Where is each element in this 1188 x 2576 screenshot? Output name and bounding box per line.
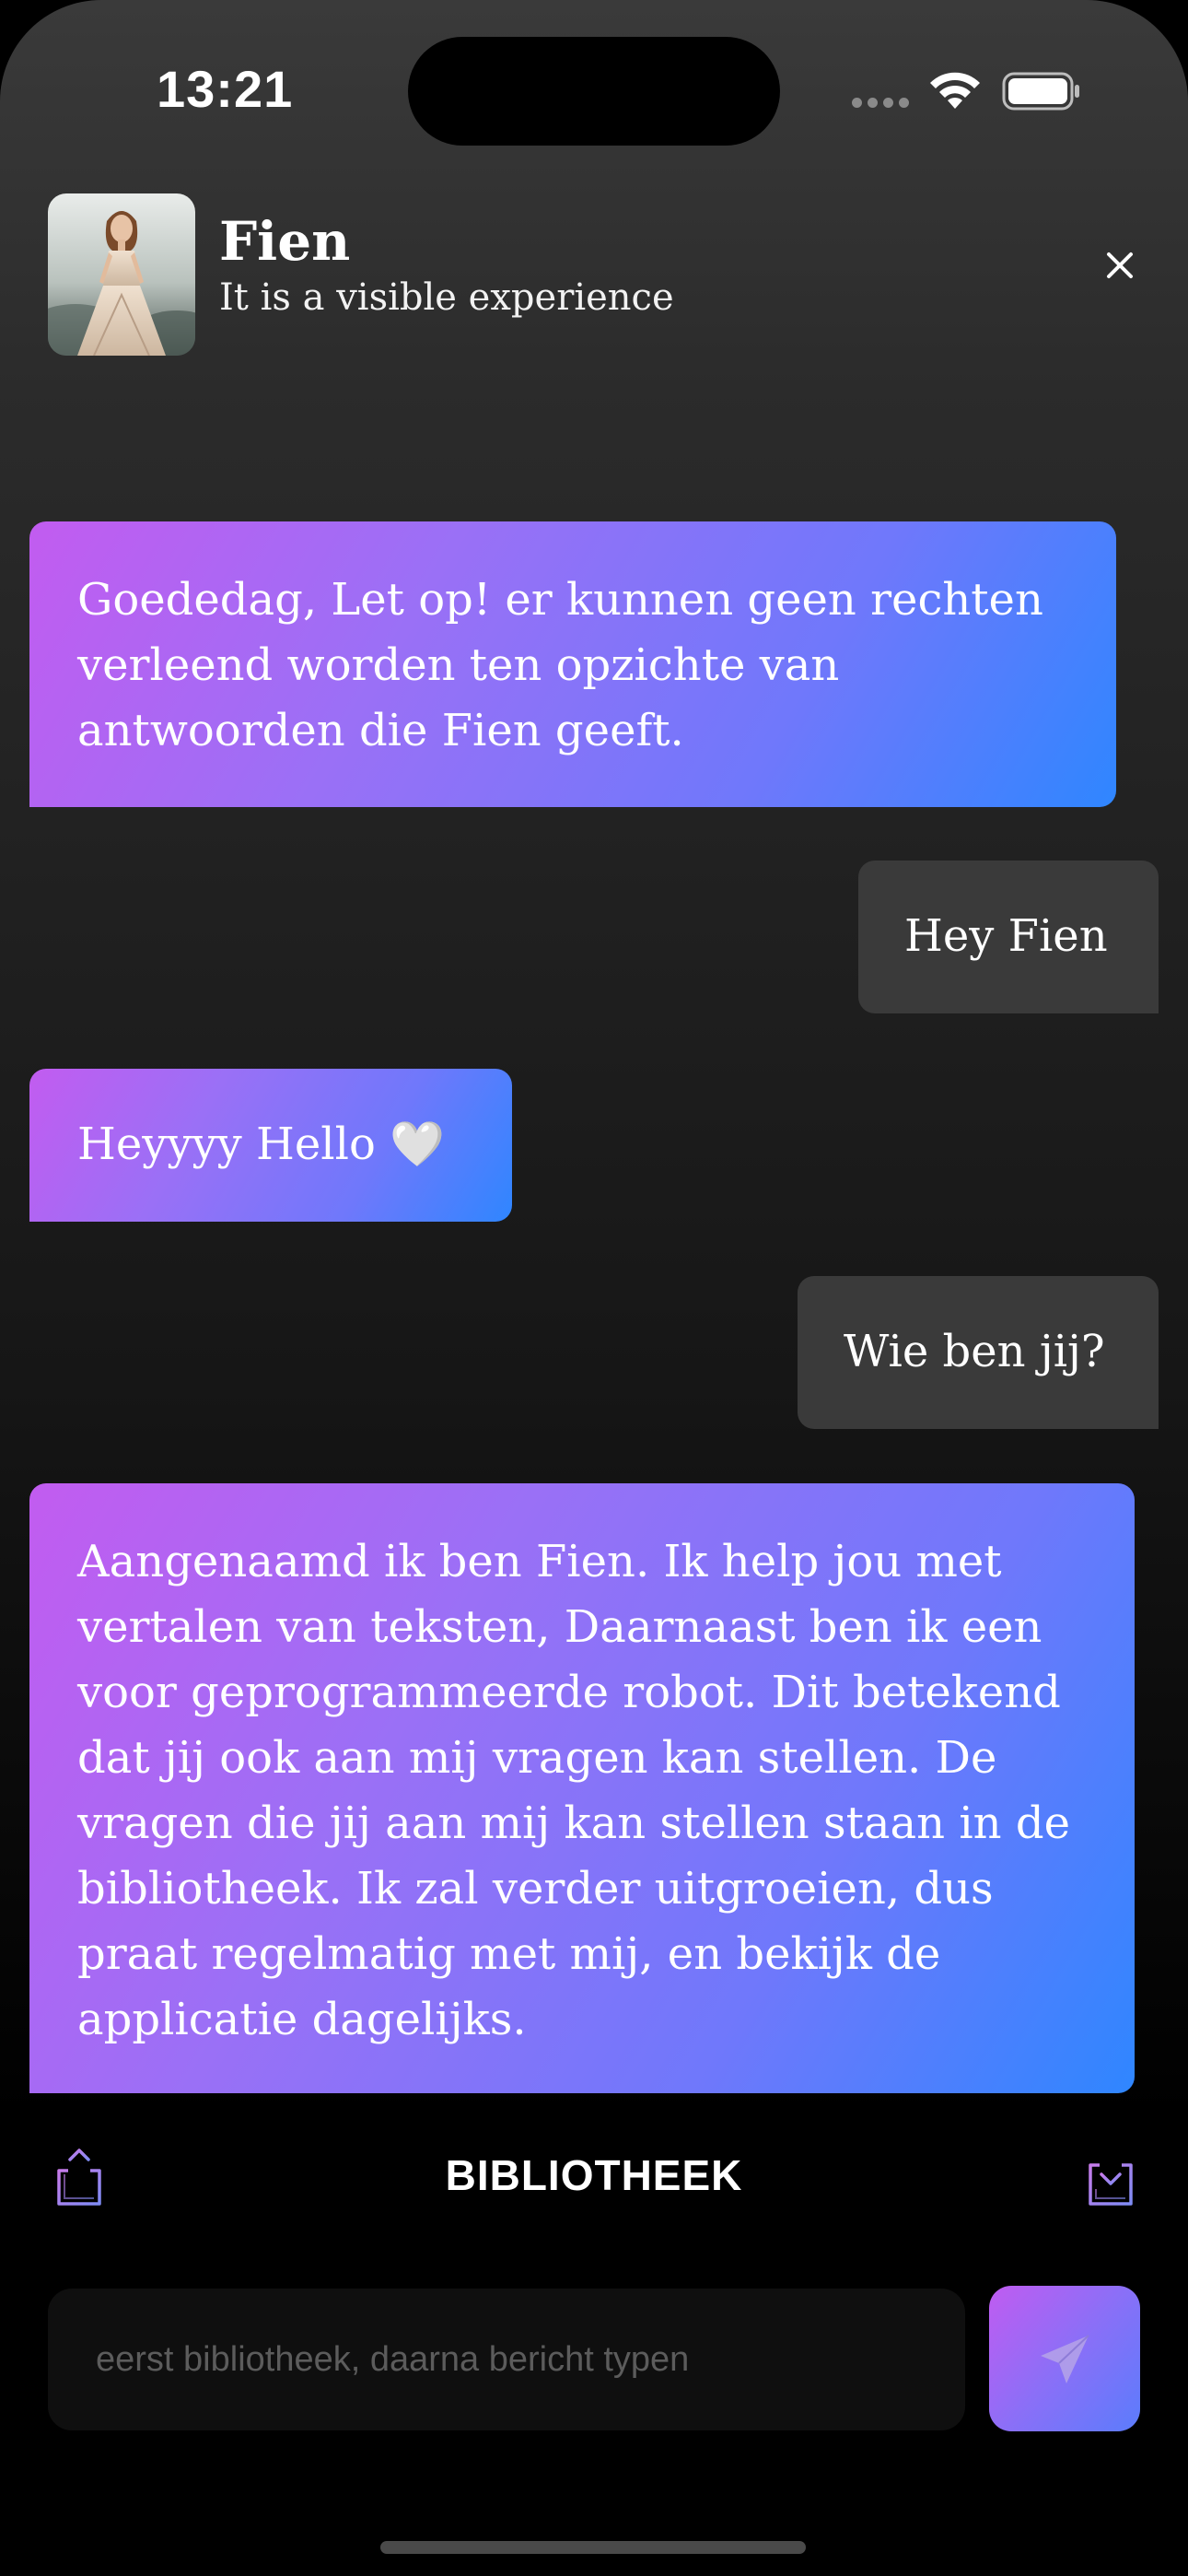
contact-name: Fien (219, 210, 351, 273)
home-indicator (380, 2541, 806, 2554)
battery-icon (1002, 72, 1079, 111)
bot-message-bubble: Aangenaamd ik ben Fien. Ik help jou met … (29, 1483, 1135, 2093)
close-icon[interactable] (1101, 247, 1138, 284)
avatar (48, 193, 195, 356)
import-download-icon[interactable] (1083, 2147, 1138, 2207)
send-button[interactable] (989, 2286, 1140, 2431)
bot-message-bubble: Goededag, Let op! er kunnen geen rechten… (29, 521, 1116, 807)
send-icon (1041, 2335, 1089, 2383)
cellular-signal-icon (852, 98, 911, 111)
status-time: 13:21 (157, 60, 294, 118)
bot-message-bubble: Heyyyy Hello 🤍 (29, 1069, 512, 1222)
library-button[interactable]: BIBLIOTHEEK (0, 2150, 1188, 2200)
user-message-bubble: Wie ben jij? (798, 1276, 1159, 1429)
avatar-image (48, 193, 195, 356)
chat-screen: 13:21 Fien It is a visible experience Go… (0, 0, 1188, 2576)
wifi-icon (930, 72, 980, 109)
message-input-container (48, 2289, 965, 2430)
message-input[interactable] (48, 2289, 965, 2430)
dynamic-island (408, 37, 780, 146)
contact-subtitle: It is a visible experience (219, 276, 674, 319)
user-message-bubble: Hey Fien (858, 861, 1159, 1013)
